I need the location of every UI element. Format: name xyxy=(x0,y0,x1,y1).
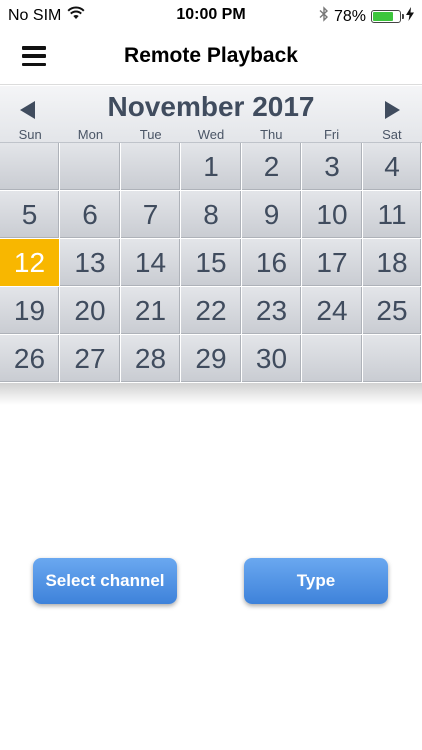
calendar-day[interactable]: 7 xyxy=(121,191,181,239)
calendar-day[interactable]: 5 xyxy=(0,191,60,239)
calendar-day[interactable]: 29 xyxy=(181,335,242,383)
status-right: 78% xyxy=(319,6,414,27)
calendar-empty-cell xyxy=(363,335,422,383)
calendar-day[interactable]: 14 xyxy=(121,239,181,287)
calendar-day[interactable]: 1 xyxy=(181,143,242,191)
weekday-label: Wed xyxy=(197,127,225,142)
weekday-label: Sun xyxy=(18,127,42,142)
calendar-day[interactable]: 27 xyxy=(60,335,121,383)
calendar-day[interactable]: 15 xyxy=(181,239,242,287)
calendar-day[interactable]: 4 xyxy=(363,143,422,191)
battery-nub xyxy=(402,14,404,19)
calendar-day[interactable]: 30 xyxy=(242,335,302,383)
weekday-label: Tue xyxy=(139,127,162,142)
calendar-day[interactable]: 9 xyxy=(242,191,302,239)
calendar-day[interactable]: 20 xyxy=(60,287,121,335)
calendar-day[interactable]: 3 xyxy=(302,143,363,191)
calendar-day[interactable]: 28 xyxy=(121,335,181,383)
calendar-day[interactable]: 18 xyxy=(363,239,422,287)
weekday-label: Thu xyxy=(260,127,283,142)
arrow-right-icon xyxy=(385,101,400,119)
calendar-day[interactable]: 16 xyxy=(242,239,302,287)
charging-icon xyxy=(406,7,414,26)
calendar-day[interactable]: 11 xyxy=(363,191,422,239)
calendar-day[interactable]: 23 xyxy=(242,287,302,335)
calendar-header: November 2017 Sun Mon Tue Wed Thu Fri Sat xyxy=(0,86,422,143)
calendar-grid: 1 2 3 4 5 6 7 8 9 10 11 12 13 14 15 16 17 18 19 20 21 22 23 24 2… xyxy=(0,143,422,383)
battery-icon xyxy=(371,10,404,23)
weekday-label: Mon xyxy=(77,127,104,142)
status-bar: No SIM 10:00 PM 78% xyxy=(0,0,422,30)
month-title: November 2017 xyxy=(107,91,315,122)
calendar-day[interactable]: 8 xyxy=(181,191,242,239)
calendar-empty-cell xyxy=(302,335,363,383)
battery-fill xyxy=(373,12,393,21)
page-title: Remote Playback xyxy=(124,44,298,67)
calendar-day[interactable]: 10 xyxy=(302,191,363,239)
select-channel-button[interactable]: Select channel xyxy=(33,558,177,604)
calendar-empty-cell xyxy=(60,143,121,191)
calendar: November 2017 Sun Mon Tue Wed Thu Fri Sat 1234… xyxy=(0,86,422,405)
calendar-day[interactable]: 6 xyxy=(60,191,121,239)
calendar-day[interactable]: 21 xyxy=(121,287,181,335)
calendar-day[interactable]: 22 xyxy=(181,287,242,335)
bluetooth-icon xyxy=(319,6,329,27)
battery-percent: 78% xyxy=(333,7,366,25)
calendar-day[interactable]: 19 xyxy=(0,287,60,335)
calendar-day[interactable]: 17 xyxy=(302,239,363,287)
type-button[interactable]: Type xyxy=(244,558,388,604)
calendar-day[interactable]: 26 xyxy=(0,335,60,383)
calendar-shadow xyxy=(0,383,422,405)
nav-bar: Remote Playback xyxy=(0,30,422,85)
calendar-day[interactable]: 13 xyxy=(60,239,121,287)
weekday-label: Sat xyxy=(382,127,402,142)
calendar-day[interactable]: 25 xyxy=(363,287,422,335)
weekday-row: Sun Mon Tue Wed Thu Fri Sat xyxy=(0,127,422,142)
calendar-day[interactable]: 24 xyxy=(302,287,363,335)
next-month-button[interactable] xyxy=(382,98,402,122)
calendar-empty-cell xyxy=(0,143,60,191)
calendar-day[interactable]: 2 xyxy=(242,143,302,191)
weekday-label: Fri xyxy=(323,127,340,142)
calendar-day-selected[interactable]: 12 xyxy=(0,239,60,287)
calendar-empty-cell xyxy=(121,143,181,191)
